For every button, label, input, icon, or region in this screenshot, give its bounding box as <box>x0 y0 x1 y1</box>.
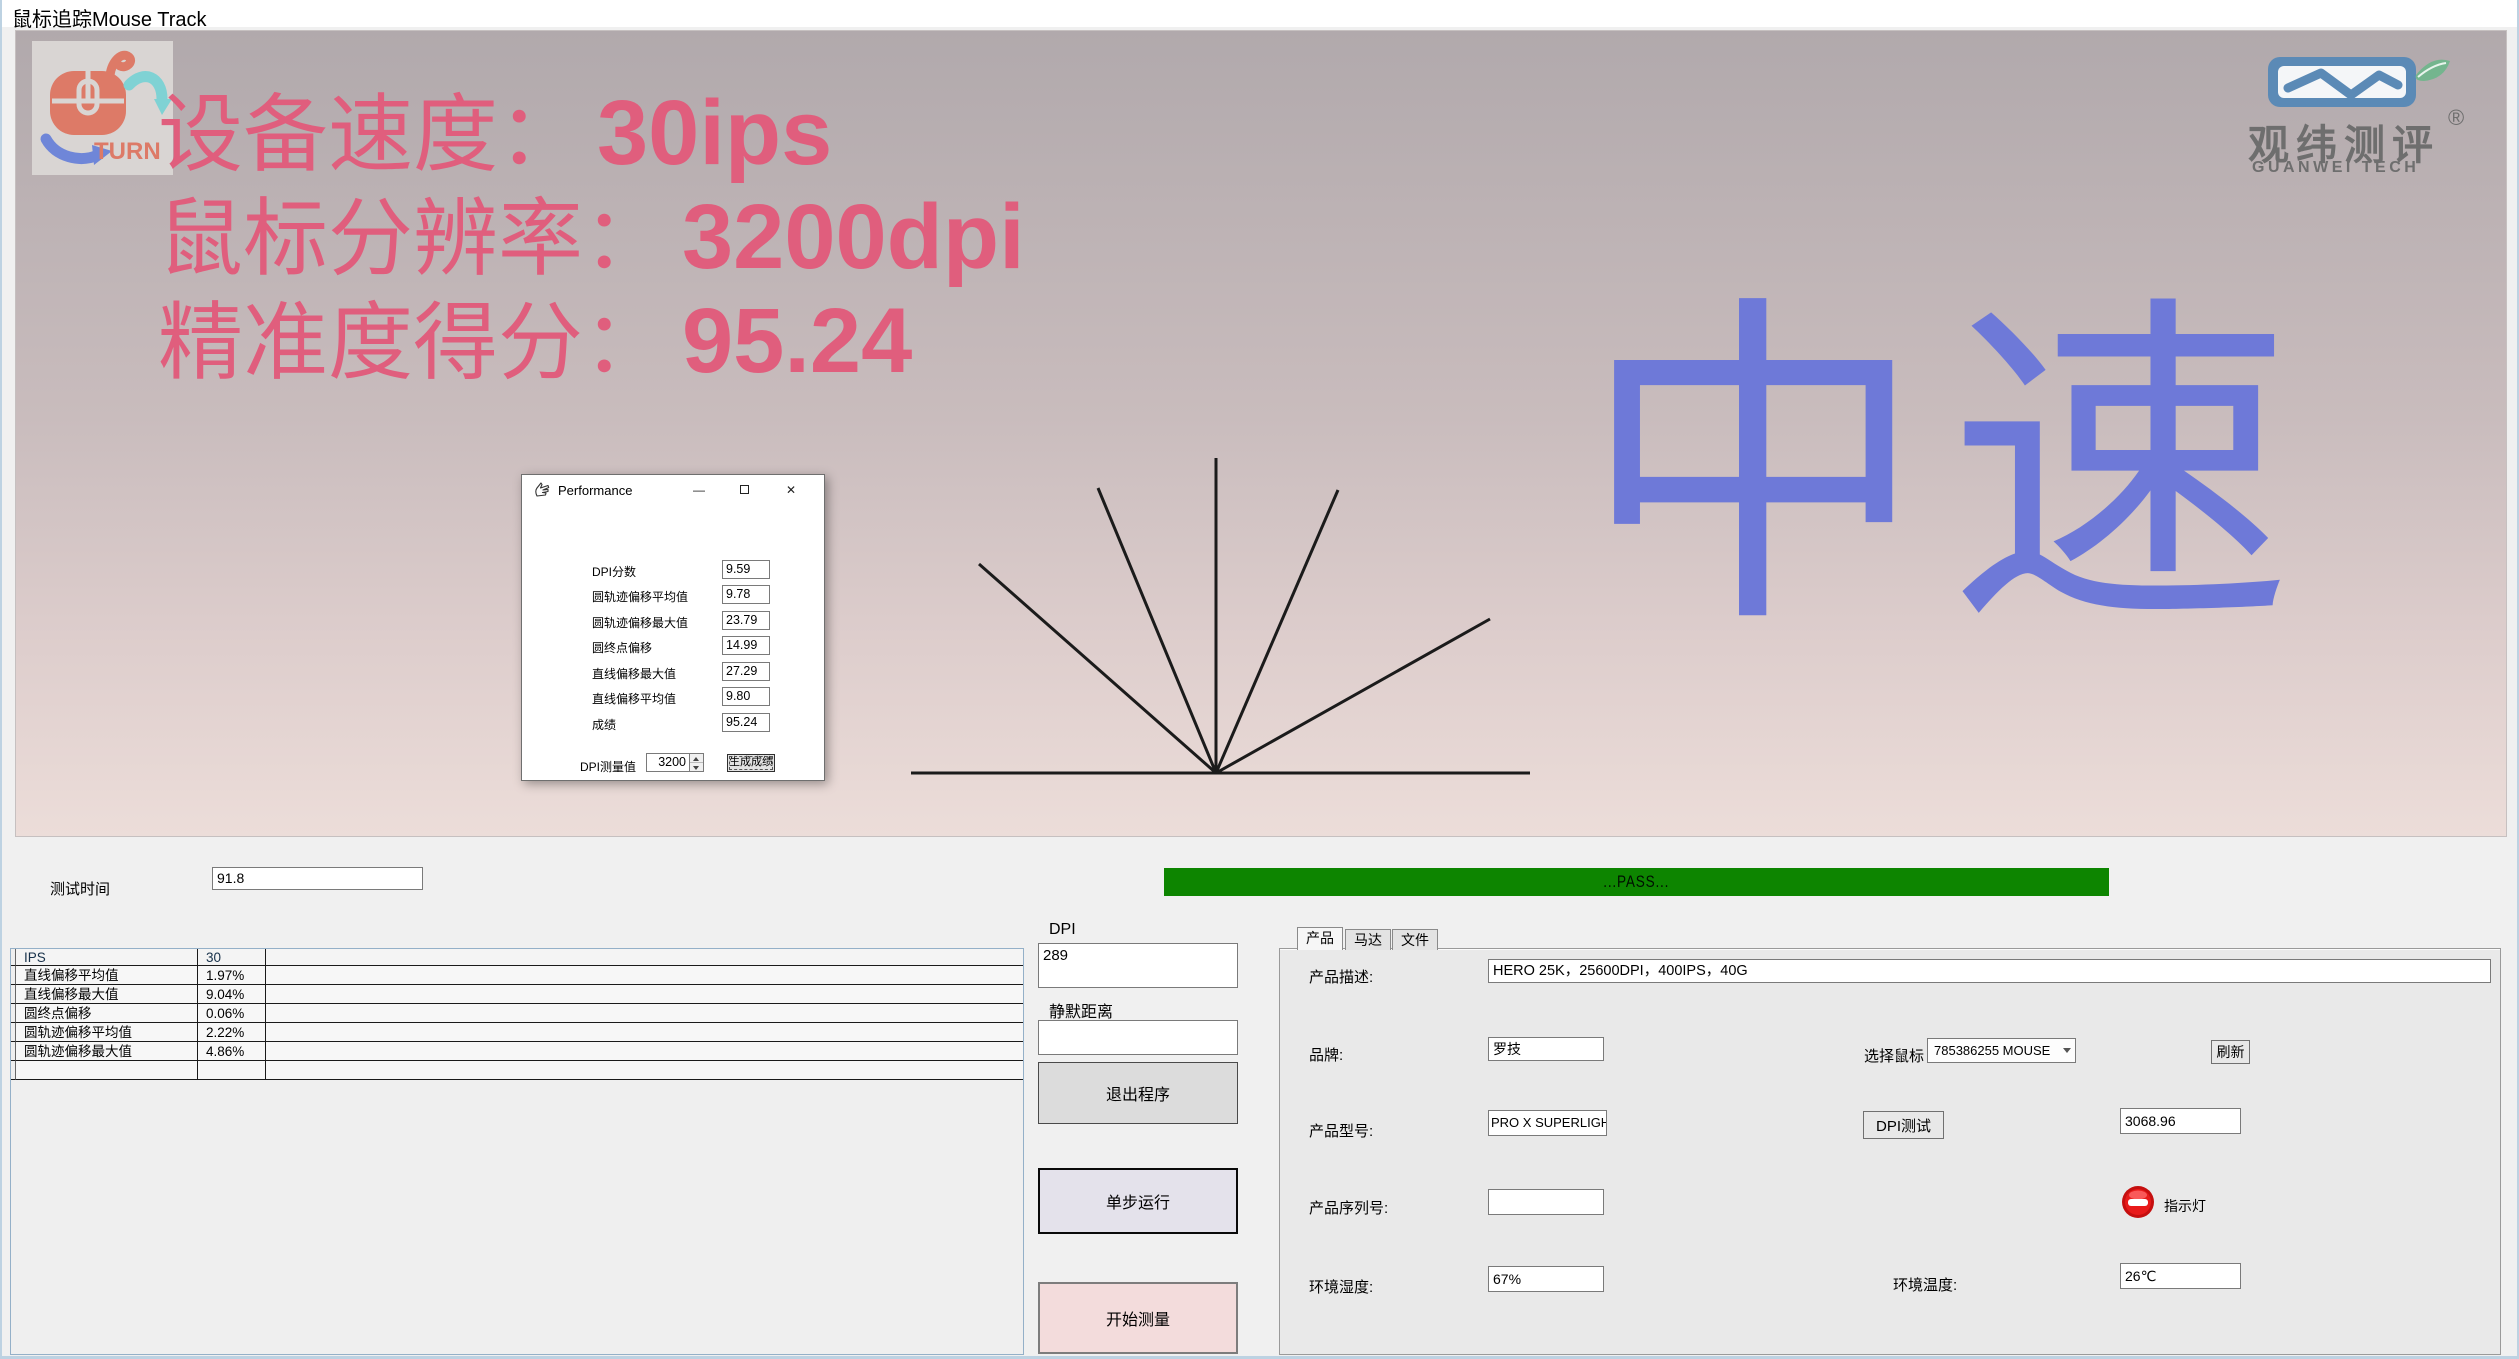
brand-wave-leaf-icon <box>2268 57 2450 107</box>
brand-input[interactable]: 罗技 <box>1488 1037 1604 1061</box>
table-row-label <box>16 1061 198 1080</box>
start-measure-button[interactable]: 开始测量 <box>1038 1282 1238 1354</box>
tab-file[interactable]: 文件 <box>1392 929 1438 950</box>
spinner-down-icon[interactable] <box>690 763 703 771</box>
tab-product[interactable]: 产品 <box>1297 927 1343 950</box>
performance-dialog-titlebar[interactable]: Performance — ✕ <box>522 475 824 505</box>
dialog-maximize-button[interactable] <box>727 475 761 505</box>
dpi-test-button[interactable]: DPI测试 <box>1863 1111 1944 1139</box>
exit-program-button[interactable]: 退出程序 <box>1038 1062 1238 1124</box>
table-row-label: 圆终点偏移 <box>16 1004 198 1023</box>
dialog-row: 直线偏移平均值 9.80 <box>522 687 824 707</box>
table-header-speed: 30 <box>198 949 266 966</box>
model-label: 产品型号: <box>1309 1123 1374 1140</box>
pass-status-text: ...PASS... <box>1603 872 1670 891</box>
window-title: 鼠标追踪Mouse Track <box>12 9 207 31</box>
table-header-ips: IPS <box>16 949 198 966</box>
dpi-label: DPI <box>1049 921 1076 938</box>
dialog-row: DPI分数 9.59 <box>522 560 824 580</box>
maximize-icon <box>739 485 749 494</box>
serial-input[interactable] <box>1488 1189 1604 1215</box>
indicator-light-label: 指示灯 <box>2164 1198 2206 1214</box>
refresh-button[interactable]: 刷新 <box>2211 1040 2250 1064</box>
chevron-down-icon <box>2059 1048 2075 1053</box>
brand-logo: 观纬测评 ® GUANWEI TECH <box>2236 53 2502 203</box>
table-row-value <box>198 1061 266 1080</box>
brand-name-en: GUANWEI TECH <box>2252 159 2420 176</box>
table-row-label: 直线偏移平均值 <box>16 966 198 985</box>
temperature-label: 环境温度: <box>1893 1277 1958 1294</box>
table-row-value: 0.06% <box>198 1004 266 1023</box>
humidity-label: 环境湿度: <box>1309 1279 1374 1296</box>
silent-distance-input[interactable] <box>1038 1020 1238 1055</box>
dialog-row: 直线偏移最大值 27.29 <box>522 662 824 682</box>
results-panel: IPS 30 直线偏移平均值 1.97% 直线偏移最大值 9.04% 圆终点偏移… <box>10 948 1024 1355</box>
dialog-close-button[interactable]: ✕ <box>774 475 808 505</box>
table-row-label: 直线偏移最大值 <box>16 985 198 1004</box>
select-mouse-dropdown[interactable]: 785386255 MOUSE <box>1927 1038 2076 1063</box>
serial-label: 产品序列号: <box>1309 1200 1389 1217</box>
table-row-label: 圆轨迹偏移最大值 <box>16 1042 198 1061</box>
humidity-input[interactable]: 67% <box>1488 1266 1604 1292</box>
table-row-label: 圆轨迹偏移平均值 <box>16 1023 198 1042</box>
temperature-input[interactable]: 26℃ <box>2120 1263 2241 1289</box>
circle-max-offset-field[interactable]: 23.79 <box>722 611 770 630</box>
brand-label: 品牌: <box>1309 1047 1344 1064</box>
pass-status-bar: ...PASS... <box>1164 868 2109 896</box>
dialog-minimize-button[interactable]: — <box>682 475 716 505</box>
select-mouse-label: 选择鼠标 <box>1864 1048 1925 1065</box>
model-input[interactable]: PRO X SUPERLIGHT <box>1488 1110 1607 1136</box>
indicator-light-icon <box>2122 1186 2154 1218</box>
hand-cursor-icon <box>535 482 550 497</box>
product-panel <box>1279 948 2501 1355</box>
app-window: 鼠标追踪Mouse Track TURN 设备速度： 30ips 鼠标分辨率： … <box>0 0 2519 1359</box>
dialog-row: 圆轨迹偏移最大值 23.79 <box>522 611 824 631</box>
single-step-button[interactable]: 单步运行 <box>1038 1168 1238 1234</box>
line-avg-offset-field[interactable]: 9.80 <box>722 687 770 706</box>
test-time-label: 测试时间 <box>50 881 111 898</box>
table-row-value: 1.97% <box>198 966 266 985</box>
line-max-offset-field[interactable]: 27.29 <box>722 662 770 681</box>
score-field[interactable]: 95.24 <box>722 713 770 732</box>
product-desc-label: 产品描述: <box>1309 969 1374 986</box>
generate-score-button[interactable]: 生成成绩 <box>727 754 775 772</box>
dpi-measure-stepper[interactable]: 3200 <box>646 753 704 772</box>
brand-registered-mark: ® <box>2448 105 2465 130</box>
tracking-canvas: TURN 设备速度： 30ips 鼠标分辨率： 3200dpi 精准度得分： 95.2… <box>15 30 2507 837</box>
dpi-score-field[interactable]: 9.59 <box>722 560 770 579</box>
dialog-row: 圆终点偏移 14.99 <box>522 636 824 656</box>
dpi-measure-label: DPI测量值 <box>580 760 637 774</box>
table-row-value: 9.04% <box>198 985 266 1004</box>
trace-fan-lines <box>911 458 1530 775</box>
performance-dialog: Performance — ✕ DPI分数 9.59 圆轨迹偏移平均值 9.78… <box>521 474 825 781</box>
window-titlebar[interactable]: 鼠标追踪Mouse Track <box>2 0 2517 31</box>
results-table: IPS 30 直线偏移平均值 1.97% 直线偏移最大值 9.04% 圆终点偏移… <box>11 949 1023 1080</box>
table-row-value: 4.86% <box>198 1042 266 1061</box>
test-time-input[interactable]: 91.8 <box>212 867 423 890</box>
product-desc-input[interactable]: HERO 25K，25600DPI，400IPS，40G <box>1488 959 2491 983</box>
spinner-up-icon[interactable] <box>690 754 703 763</box>
circle-endpoint-offset-field[interactable]: 14.99 <box>722 636 770 655</box>
performance-dialog-title: Performance <box>558 483 633 498</box>
tab-motor[interactable]: 马达 <box>1345 929 1391 950</box>
dialog-row: 成绩 95.24 <box>522 713 824 733</box>
dpi-input[interactable]: 289 <box>1038 943 1238 988</box>
silent-distance-label: 静默距离 <box>1049 1004 1114 1021</box>
table-row-value: 2.22% <box>198 1023 266 1042</box>
dpi-test-value-input[interactable]: 3068.96 <box>2120 1108 2241 1134</box>
dialog-row: 圆轨迹偏移平均值 9.78 <box>522 585 824 605</box>
circle-avg-offset-field[interactable]: 9.78 <box>722 585 770 604</box>
